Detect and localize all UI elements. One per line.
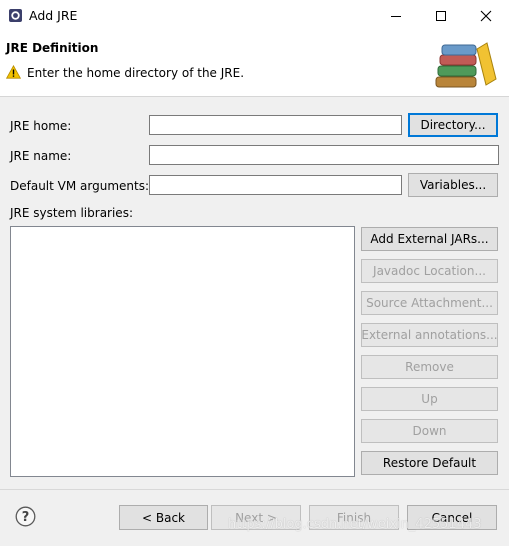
next-button[interactable]: Next >	[211, 505, 301, 530]
vm-arguments-label: Default VM arguments:	[10, 179, 150, 193]
down-button[interactable]: Down	[361, 419, 498, 443]
finish-button[interactable]: Finish	[309, 505, 399, 530]
minimize-button[interactable]	[374, 2, 418, 29]
system-libraries-list[interactable]	[10, 226, 355, 477]
up-button[interactable]: Up	[361, 387, 498, 411]
maximize-button[interactable]	[419, 2, 463, 29]
variables-button[interactable]: Variables...	[408, 173, 498, 197]
svg-text:?: ?	[22, 510, 30, 525]
jre-home-input[interactable]	[149, 115, 402, 135]
remove-button[interactable]: Remove	[361, 355, 498, 379]
jre-name-label: JRE name:	[10, 149, 72, 163]
restore-default-button[interactable]: Restore Default	[361, 451, 498, 475]
eclipse-icon	[9, 9, 22, 22]
maximize-icon	[436, 10, 446, 21]
footer-separator	[0, 489, 509, 490]
vm-arguments-input[interactable]	[149, 175, 402, 195]
window-title: Add JRE	[29, 8, 78, 23]
source-attachment-button[interactable]: Source Attachment...	[361, 291, 498, 315]
page-title: JRE Definition	[6, 41, 99, 55]
external-annotations-button[interactable]: External annotations...	[361, 323, 498, 347]
header-message: Enter the home directory of the JRE.	[27, 66, 245, 80]
books-icon	[435, 42, 497, 88]
warning-icon	[6, 65, 21, 79]
jre-name-input[interactable]	[149, 145, 499, 165]
jre-home-label: JRE home:	[10, 119, 72, 133]
wizard-header: JRE Definition Enter the home directory …	[0, 31, 509, 97]
help-icon[interactable]: ?	[15, 506, 36, 527]
cancel-button[interactable]: Cancel	[407, 505, 497, 530]
title-bar: Add JRE	[0, 0, 509, 32]
back-button[interactable]: < Back	[119, 505, 208, 530]
system-libraries-label: JRE system libraries:	[10, 206, 133, 220]
javadoc-location-button[interactable]: Javadoc Location...	[361, 259, 498, 283]
close-button[interactable]	[464, 2, 508, 29]
add-external-jars-button[interactable]: Add External JARs...	[361, 227, 498, 251]
minimize-icon	[391, 15, 401, 17]
directory-button[interactable]: Directory...	[408, 113, 498, 137]
close-icon	[480, 10, 492, 21]
